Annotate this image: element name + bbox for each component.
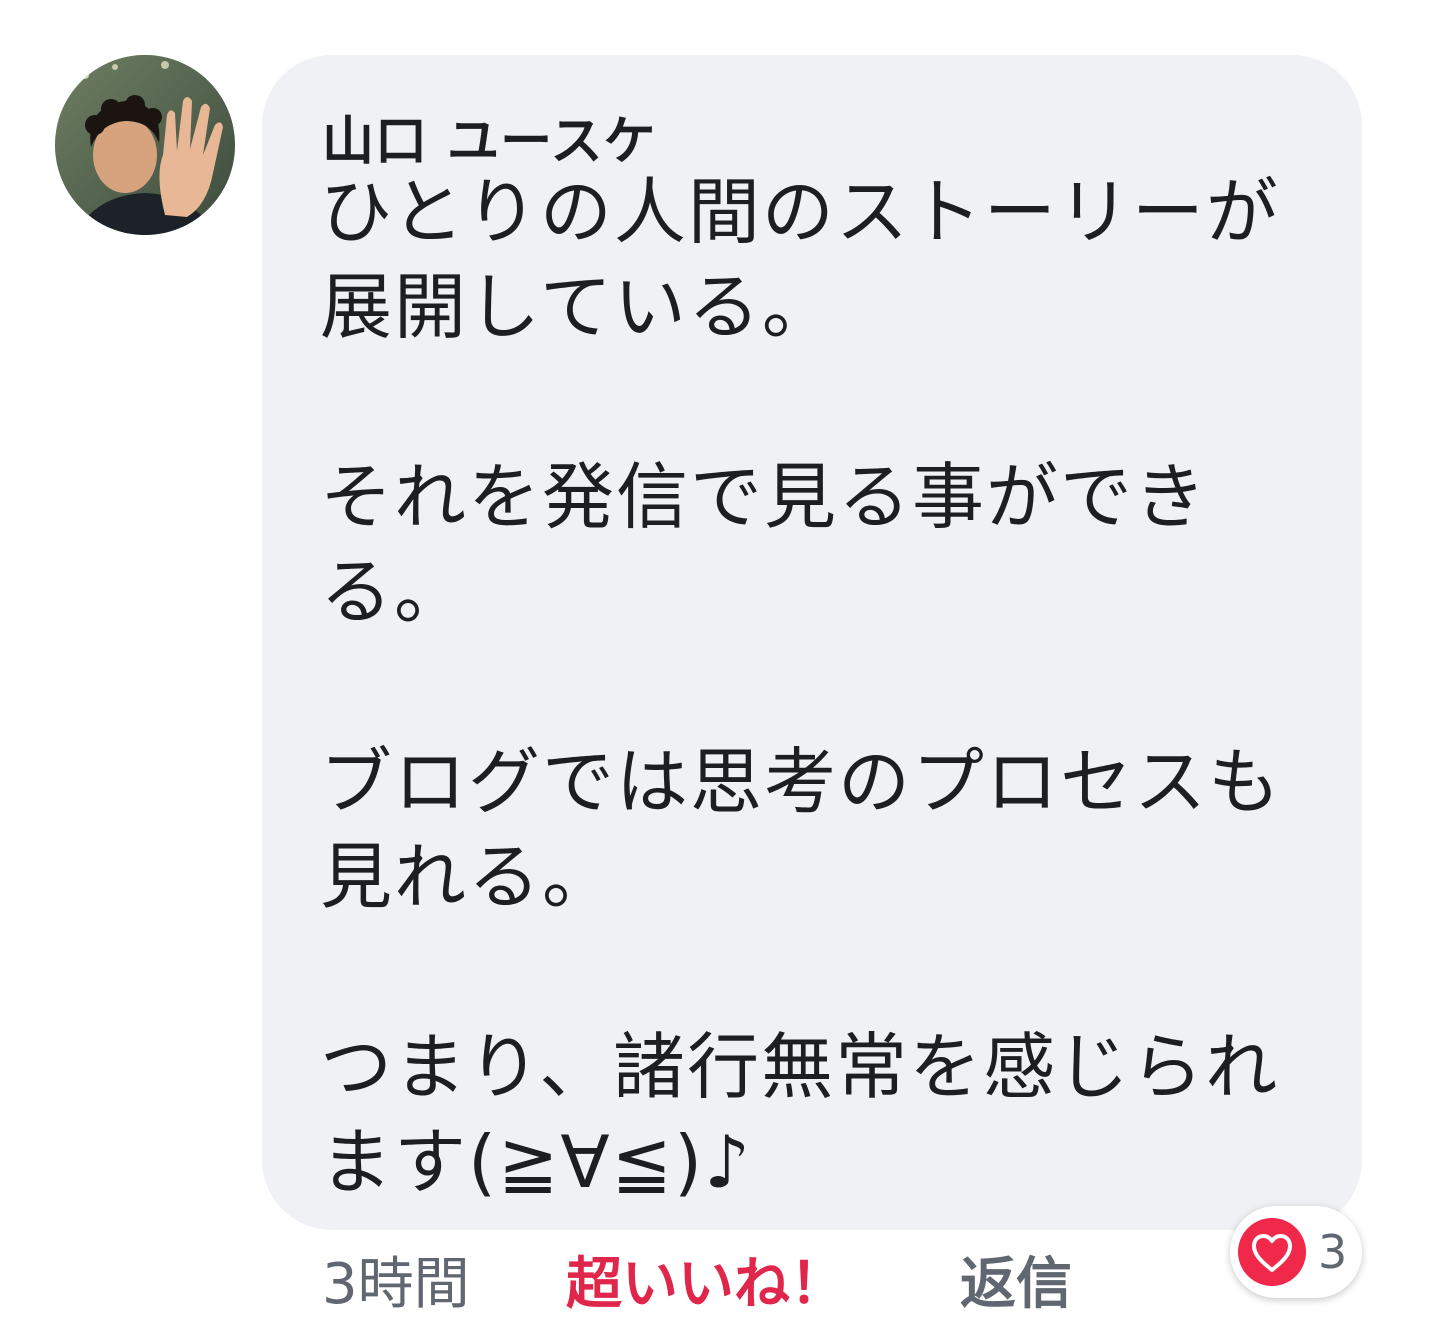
comment-line: ブログでは思考のプロセスも (320, 740, 1283, 824)
avatar[interactable] (55, 55, 235, 235)
comment-line: つまり、諸行無常を感じられ (320, 1025, 1280, 1109)
comment-text: ひとりの人間のストーリーが 展開している。 それを発信で見る事ができ る。 ブロ… (320, 165, 1330, 1210)
heart-icon (1238, 1218, 1306, 1286)
comment-line: ます(≧∀≦)♪ (320, 1120, 753, 1204)
comment-line-gap (320, 925, 1330, 1020)
reaction-summary[interactable]: 3 (1230, 1206, 1362, 1298)
avatar-photo (55, 55, 235, 235)
comment-line-gap (320, 640, 1330, 735)
comment-line: 展開している。 (320, 265, 836, 349)
reaction-count: 3 (1318, 1225, 1348, 1279)
comment-line: る。 (320, 550, 469, 634)
comment-bubble: 山口 ユースケ ひとりの人間のストーリーが 展開している。 それを発信で見る事が… (262, 55, 1362, 1230)
comment-line: 見れる。 (320, 835, 617, 919)
comment-line-gap (320, 355, 1330, 450)
like-button[interactable]: 超いいね！ (566, 1245, 846, 1325)
comment-line: ひとりの人間のストーリーが (320, 170, 1280, 254)
reply-button[interactable]: 返信 (960, 1245, 1072, 1325)
comment-line: それを発信で見る事ができ (320, 455, 1209, 539)
comment-timestamp[interactable]: 3時間 (322, 1245, 470, 1325)
comment-author[interactable]: 山口 ユースケ (322, 99, 657, 174)
